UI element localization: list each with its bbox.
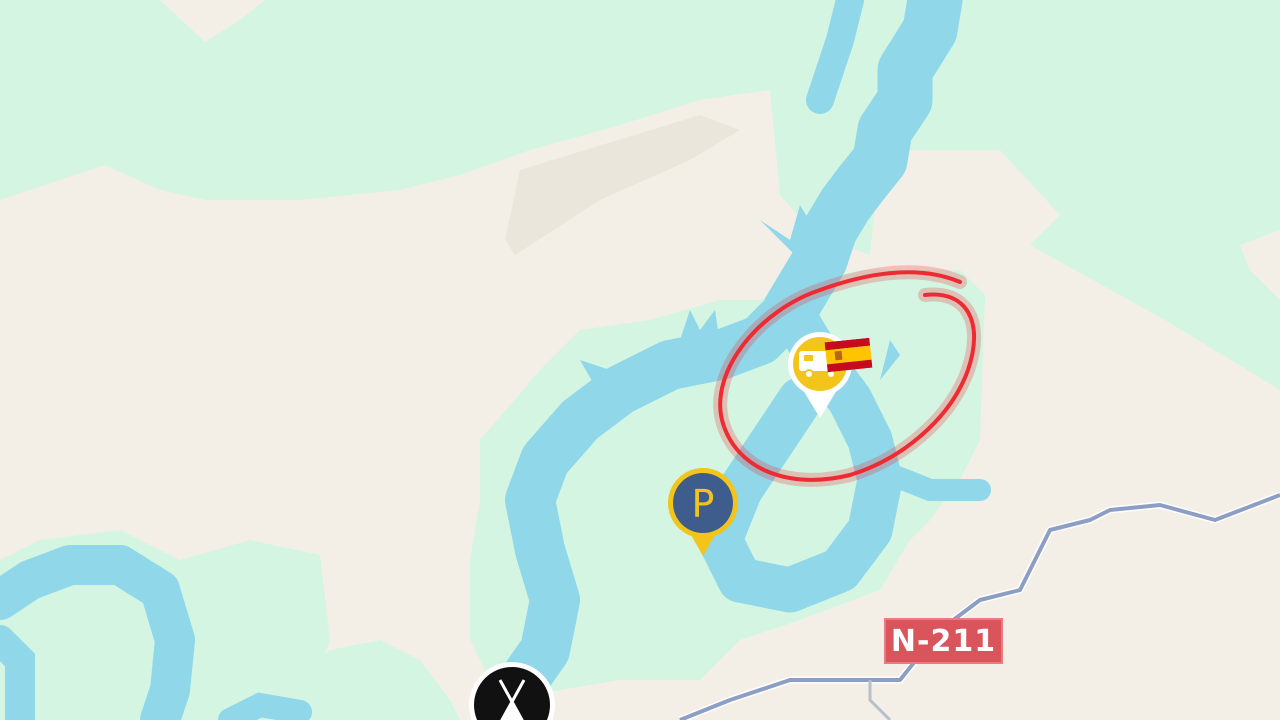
map-view[interactable]: P N-211 <box>0 0 1280 720</box>
road-label-n211[interactable]: N-211 <box>884 618 1003 664</box>
map-canvas[interactable]: P <box>0 0 1280 720</box>
spain-flag-icon <box>824 337 873 373</box>
river <box>218 692 312 720</box>
parking-icon: P <box>692 482 715 526</box>
